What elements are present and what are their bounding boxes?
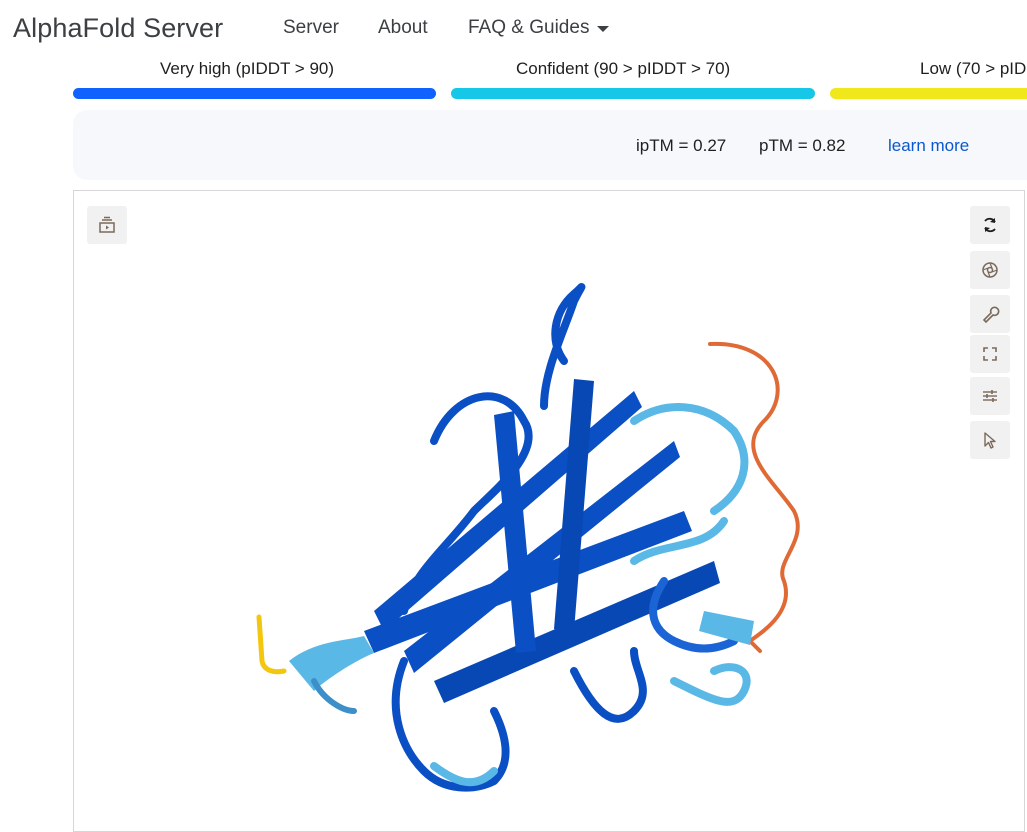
settings-sliders-icon: [983, 390, 997, 402]
fullscreen-icon: [983, 347, 997, 361]
nav-faq-guides[interactable]: FAQ & Guides: [468, 17, 610, 39]
animation-icon: [99, 216, 115, 233]
legend-very-high-label: Very high (pIDDT > 90): [160, 59, 335, 78]
protein-structure[interactable]: [74, 191, 1024, 831]
animation-button[interactable]: [87, 206, 127, 244]
wrench-icon: [982, 306, 1000, 324]
legend-low-label: Low (70 > pIDDT > 50): [920, 59, 1027, 78]
strand-6: [554, 379, 594, 631]
yellow-terminus: [256, 614, 287, 675]
fullscreen-button[interactable]: [970, 335, 1010, 373]
legend-low-bar: [830, 88, 1027, 99]
nav-server[interactable]: Server: [283, 17, 339, 39]
top-header: AlphaFold Server Server About FAQ & Guid…: [0, 0, 1027, 58]
iptm-score: ipTM = 0.27: [636, 136, 727, 155]
nav-faq-label: FAQ & Guides: [468, 17, 590, 38]
bottom-right-light-loop: [670, 663, 751, 706]
brand-title[interactable]: AlphaFold Server: [13, 13, 223, 44]
rotate-icon: [984, 217, 996, 233]
chevron-down-icon: [597, 26, 610, 32]
light-strand: [699, 611, 754, 645]
structure-viewer[interactable]: [73, 190, 1025, 832]
legend-confident-label: Confident (90 > pIDDT > 70): [516, 59, 731, 78]
legend-very-high-bar: [73, 88, 436, 99]
orange-chain: [708, 341, 800, 653]
camera-icon: [982, 262, 998, 278]
nav-about[interactable]: About: [378, 17, 428, 39]
left-light-strand: [289, 636, 374, 691]
left-light-loop: [311, 678, 357, 714]
legend-confident-bar: [451, 88, 815, 99]
bottom-right-loop: [570, 647, 647, 723]
screenshot-button[interactable]: [970, 251, 1010, 289]
settings-button[interactable]: [970, 377, 1010, 415]
score-panel: [73, 110, 1027, 180]
tools-button[interactable]: [970, 295, 1010, 333]
right-loop-light: [630, 403, 749, 515]
selection-mode-button[interactable]: [970, 421, 1010, 459]
cursor-icon: [984, 432, 996, 449]
reset-rotation-button[interactable]: [970, 206, 1010, 244]
ptm-score: pTM = 0.82: [759, 136, 846, 155]
learn-more-link[interactable]: learn more: [888, 136, 969, 156]
